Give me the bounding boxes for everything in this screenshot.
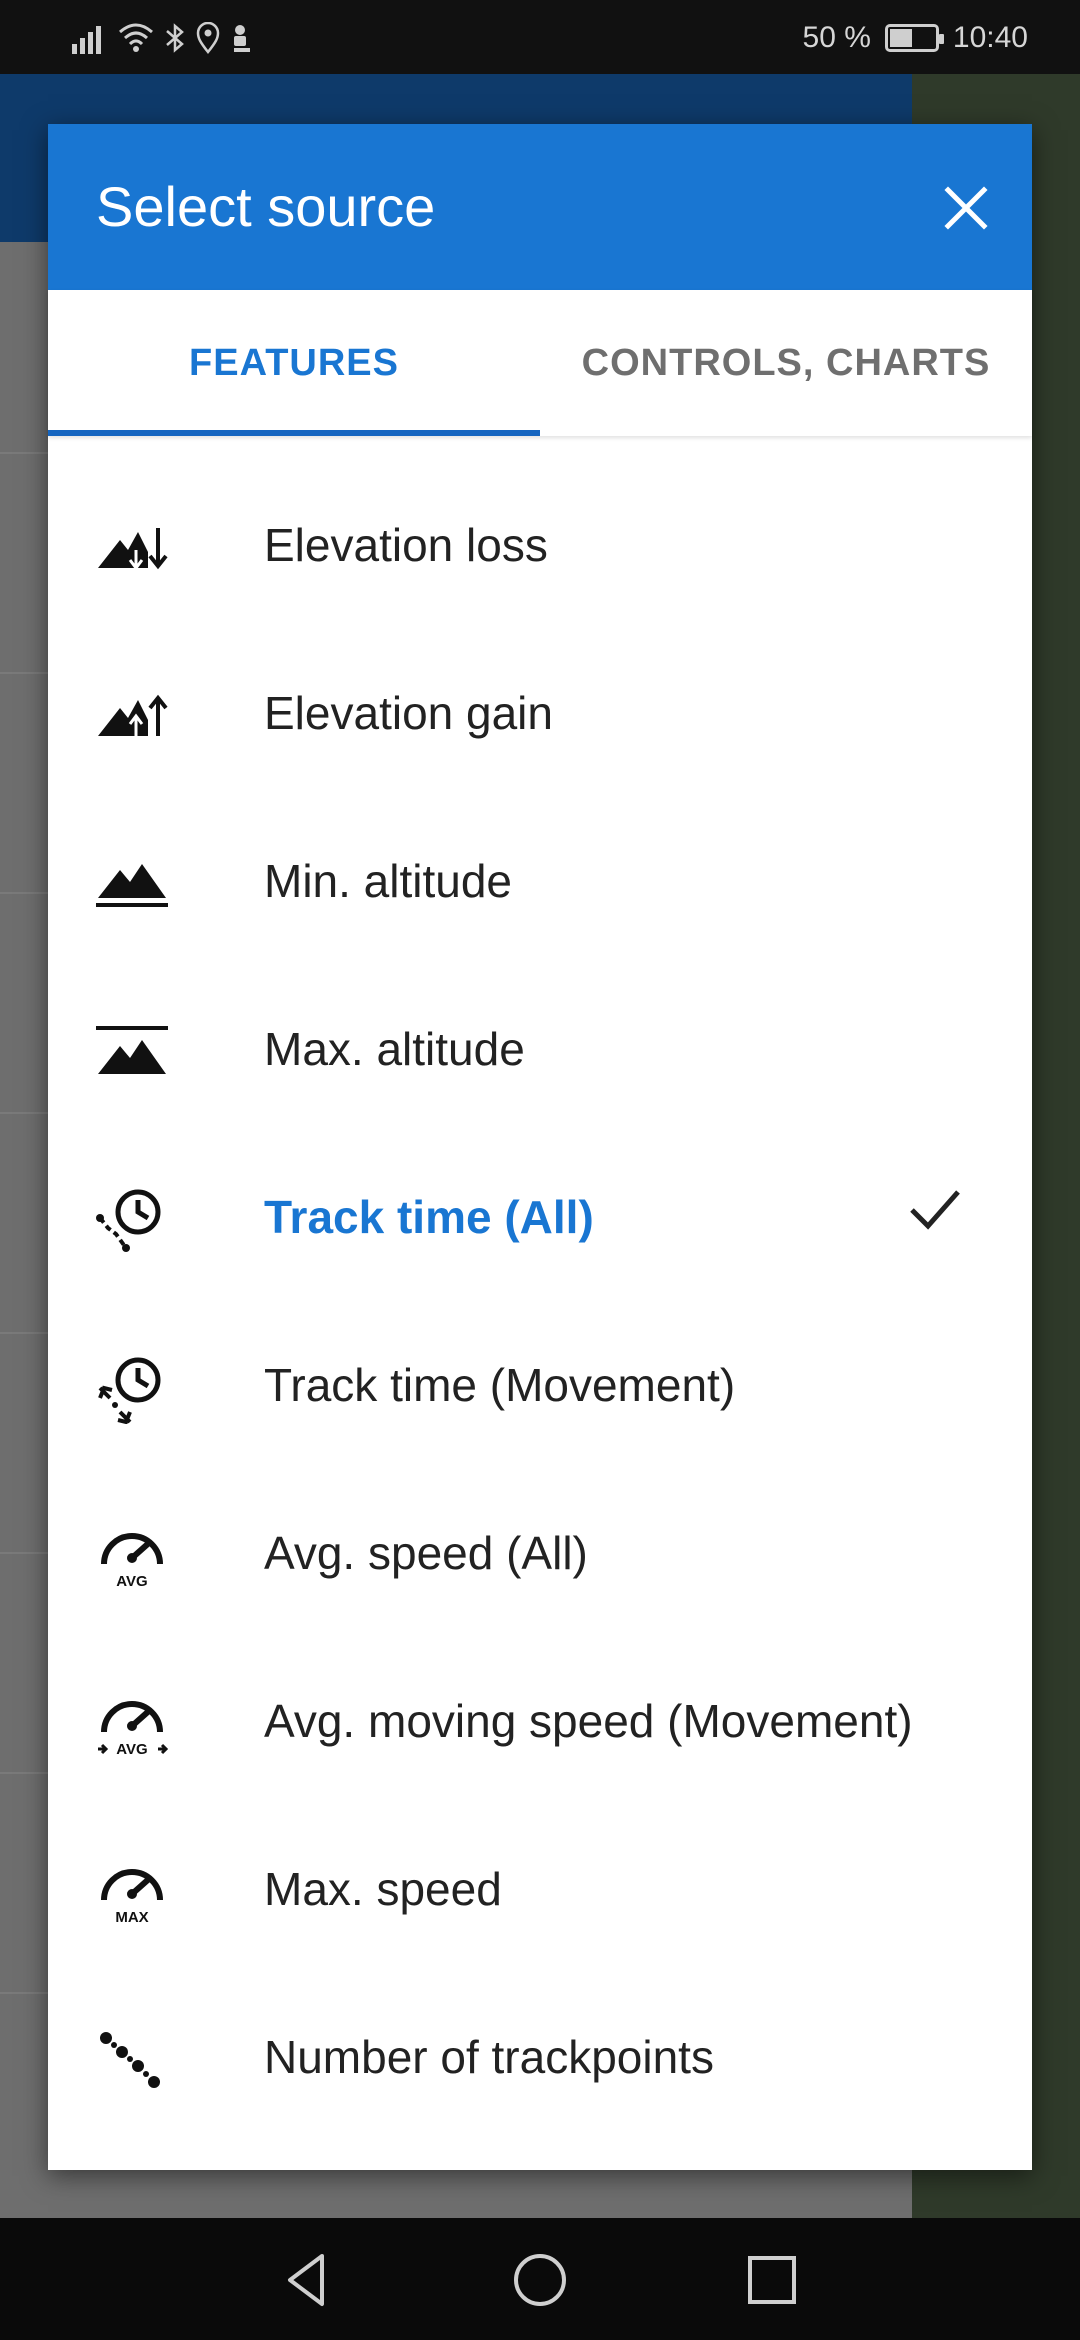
list-item-elevation-loss[interactable]: Elevation loss	[48, 462, 1032, 630]
status-right: 50 % 10:40	[803, 18, 1028, 58]
status-bar: 50 % 10:40	[0, 0, 1080, 74]
list-item-track-time-all[interactable]: Track time (All)	[48, 1134, 1032, 1302]
tab-bar: FEATURES CONTROLS, CHARTS	[48, 290, 1032, 436]
item-label: Number of trackpoints	[264, 2031, 714, 2083]
item-label: Avg. moving speed (Movement)	[264, 1695, 913, 1747]
recording-icon	[234, 25, 250, 52]
avg-moving-speed-icon: AVG	[96, 1688, 168, 1760]
list-item-max-altitude[interactable]: Max. altitude	[48, 966, 1032, 1134]
trackpoints-icon	[96, 2024, 168, 2096]
item-label: Avg. speed (All)	[264, 1527, 588, 1579]
checkmark-icon	[910, 1190, 960, 1230]
navigation-bar	[0, 2218, 1080, 2340]
list-item-elevation-gain[interactable]: Elevation gain	[48, 630, 1032, 798]
list-item-avg-speed[interactable]: AVG Avg. speed (All)	[48, 1470, 1032, 1638]
list-item-min-altitude[interactable]: Min. altitude	[48, 798, 1032, 966]
dialog-header: Select source	[48, 124, 1032, 290]
min-altitude-icon	[96, 848, 168, 920]
status-icons	[72, 18, 254, 58]
list-item-avg-moving-speed[interactable]: AVG Avg. moving speed (Movement)	[48, 1638, 1032, 1806]
elevation-loss-icon	[96, 512, 168, 584]
screen: 50 % 10:40 Select source FEATURES CONTRO…	[0, 0, 1080, 2340]
track-time-all-icon	[96, 1184, 168, 1256]
signal-icon	[72, 26, 101, 54]
close-button[interactable]	[930, 172, 1002, 244]
max-altitude-icon	[96, 1016, 168, 1088]
battery-fill	[889, 29, 912, 47]
max-icon-text: MAX	[115, 1909, 148, 1926]
max-speed-icon: MAX	[96, 1856, 168, 1928]
recents-icon[interactable]	[740, 2248, 804, 2312]
list-item-trackpoints[interactable]: Number of trackpoints	[48, 1974, 1032, 2142]
item-label: Elevation gain	[264, 687, 553, 739]
avg-icon-text: AVG	[116, 1741, 147, 1758]
wifi-icon	[119, 23, 153, 52]
location-icon	[196, 22, 220, 54]
clock: 10:40	[952, 21, 1028, 54]
avg-speed-icon: AVG	[96, 1520, 168, 1592]
avg-icon-text: AVG	[116, 1573, 147, 1590]
item-label: Elevation loss	[264, 519, 548, 571]
battery-percent: 50 %	[802, 21, 871, 54]
tab-indicator	[48, 430, 540, 436]
dialog-title: Select source	[96, 175, 436, 238]
back-icon[interactable]	[276, 2248, 340, 2312]
item-label: Track time (All)	[264, 1191, 594, 1243]
item-label: Max. altitude	[264, 1023, 525, 1075]
home-icon[interactable]	[508, 2248, 572, 2312]
close-icon	[944, 186, 988, 230]
item-label: Max. speed	[264, 1863, 502, 1915]
item-label: Min. altitude	[264, 855, 513, 907]
tab-features[interactable]: FEATURES	[48, 290, 540, 436]
track-time-movement-icon	[96, 1352, 168, 1424]
item-label: Track time (Movement)	[264, 1359, 736, 1411]
select-source-dialog: Select source FEATURES CONTROLS, CHARTS	[48, 124, 1032, 2170]
list-item-track-time-movement[interactable]: Track time (Movement)	[48, 1302, 1032, 1470]
battery-icon	[884, 24, 944, 52]
list-item-max-speed[interactable]: MAX Max. speed	[48, 1806, 1032, 1974]
elevation-gain-icon	[96, 680, 168, 752]
bluetooth-icon	[166, 23, 184, 53]
tab-controls-charts[interactable]: CONTROLS, CHARTS	[540, 290, 1032, 436]
